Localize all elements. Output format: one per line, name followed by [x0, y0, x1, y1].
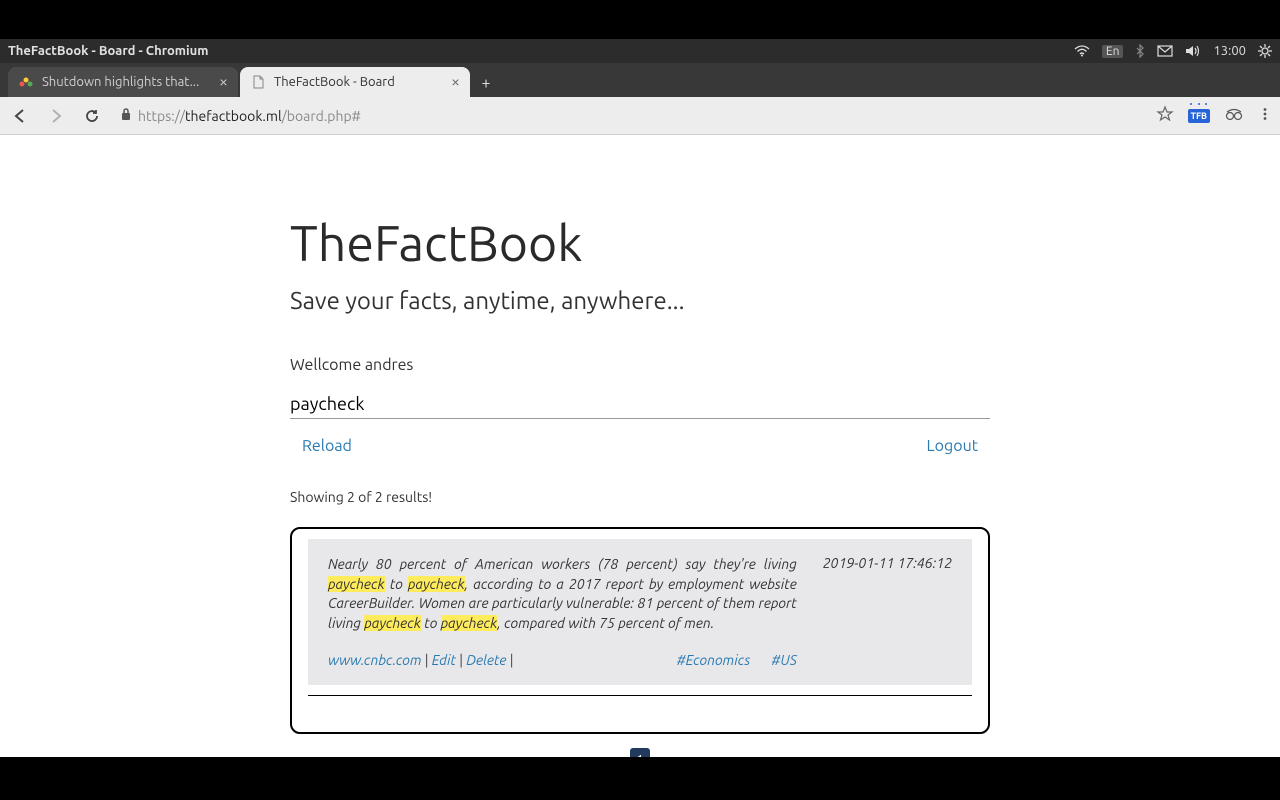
fact-card: Nearly 80 percent of American workers (7…: [308, 539, 972, 685]
reload-button[interactable]: [80, 104, 104, 128]
keyboard-lang-indicator[interactable]: En: [1102, 45, 1124, 58]
delete-link[interactable]: Delete: [466, 652, 506, 668]
tab-active[interactable]: TheFactBook - Board ×: [240, 67, 470, 97]
card-divider: [308, 695, 972, 696]
page-favicon-icon: [250, 74, 266, 90]
address-bar: https://thefactbook.ml/board.php# TFB: [0, 97, 1280, 135]
tab-close-icon[interactable]: ×: [219, 74, 228, 90]
reload-link[interactable]: Reload: [302, 437, 352, 455]
back-button[interactable]: [8, 104, 32, 128]
settings-gear-icon[interactable]: [1258, 44, 1272, 58]
page-viewport[interactable]: TheFactBook Save your facts, anytime, an…: [0, 135, 1280, 757]
fact-text: Nearly 80 percent of American workers (7…: [328, 555, 797, 671]
source-link[interactable]: www.cnbc.com: [328, 652, 422, 668]
tag-economics[interactable]: #Economics: [677, 652, 751, 668]
edit-link[interactable]: Edit: [432, 652, 456, 668]
page-title: TheFactBook: [290, 215, 990, 271]
bluetooth-icon[interactable]: [1135, 44, 1145, 58]
results-count: Showing 2 of 2 results!: [290, 489, 990, 505]
nbc-favicon-icon: [18, 74, 34, 90]
tab-title: TheFactBook - Board: [274, 75, 445, 89]
logout-link[interactable]: Logout: [927, 437, 979, 455]
volume-icon[interactable]: [1185, 44, 1201, 58]
browser-menu-icon[interactable]: [1258, 107, 1272, 125]
tab-close-icon[interactable]: ×: [451, 74, 460, 90]
lock-icon: [120, 107, 132, 124]
url-protocol: https://: [138, 108, 185, 124]
new-tab-button[interactable]: +: [472, 69, 500, 97]
url-path: /board.php#: [282, 108, 361, 124]
browser-tab-bar: Shutdown highlights that... × TheFactBoo…: [0, 63, 1280, 97]
bottom-black-band: [0, 757, 1280, 800]
fact-date: 2019-01-11 17:46:12: [823, 555, 952, 671]
highlight: paycheck: [441, 615, 498, 631]
highlight: paycheck: [364, 615, 421, 631]
highlight: paycheck: [408, 576, 465, 592]
page-subtitle: Save your facts, anytime, anywhere...: [290, 287, 990, 314]
highlight: paycheck: [328, 576, 385, 592]
tab-background[interactable]: Shutdown highlights that... ×: [8, 67, 238, 97]
incognito-icon[interactable]: [1224, 107, 1244, 125]
bookmark-star-icon[interactable]: [1156, 105, 1174, 127]
wifi-icon[interactable]: [1074, 45, 1090, 57]
welcome-text: Wellcome andres: [290, 356, 990, 374]
top-black-band: [0, 0, 1280, 39]
url-host: thefactbook.ml: [185, 108, 282, 124]
clock[interactable]: 13:00: [1213, 44, 1246, 58]
search-input[interactable]: [290, 390, 990, 419]
results-container: Nearly 80 percent of American workers (7…: [290, 527, 990, 734]
tfb-extension-icon[interactable]: TFB: [1188, 109, 1210, 123]
tab-title: Shutdown highlights that...: [42, 75, 213, 89]
window-title: TheFactBook - Board - Chromium: [8, 44, 208, 58]
forward-button[interactable]: [44, 104, 68, 128]
pagination: 1: [290, 748, 990, 757]
os-top-bar: TheFactBook - Board - Chromium En 13:00: [0, 39, 1280, 63]
page-number-current[interactable]: 1: [630, 748, 650, 757]
mail-icon[interactable]: [1157, 45, 1173, 57]
url-field[interactable]: https://thefactbook.ml/board.php#: [116, 107, 1136, 124]
tag-us[interactable]: #US: [772, 652, 797, 668]
